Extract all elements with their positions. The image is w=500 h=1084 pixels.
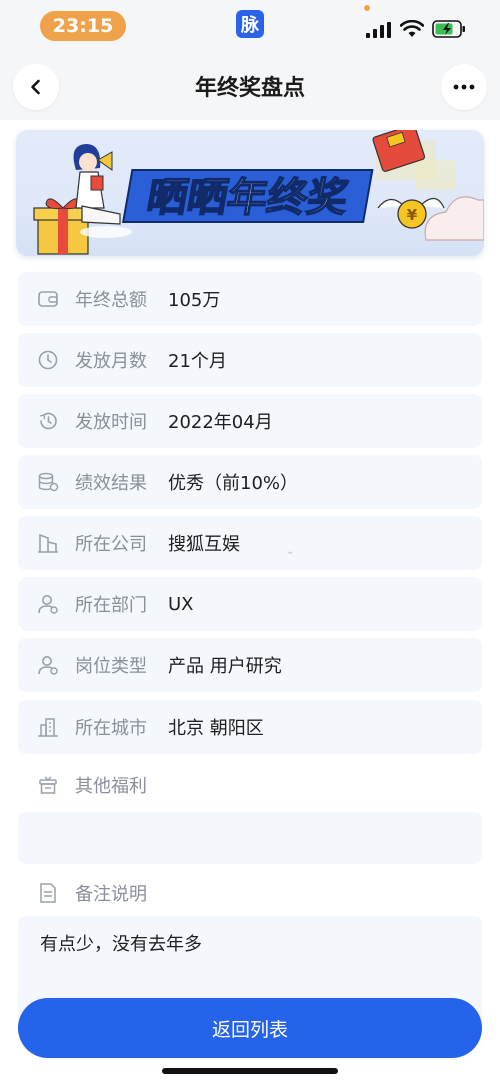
status-time: 23:15 <box>40 11 126 41</box>
wallet-icon <box>36 287 60 311</box>
battery-charging-icon <box>432 20 465 38</box>
field-label: 绩效结果 <box>75 473 147 494</box>
banner-title: 晒晒年终奖 <box>143 174 352 221</box>
document-icon <box>36 881 60 905</box>
notes-header: 备注说明 <box>18 873 482 913</box>
notes-text: 有点少，没有去年多 <box>40 934 202 955</box>
svg-text:¥: ¥ <box>407 206 418 224</box>
field-value: 搜狐互娱 <box>168 534 240 555</box>
field-row-total: 年终总额 105万 <box>18 272 482 326</box>
field-row-city: 所在城市 北京 朝阳区 <box>18 700 482 754</box>
field-label: 发放月数 <box>75 351 147 372</box>
banner-illustration: 晒晒年终奖 ¥ <box>33 130 484 255</box>
home-indicator[interactable] <box>162 1068 338 1074</box>
privacy-dot-icon <box>364 5 370 11</box>
field-value: 105万 <box>168 290 221 311</box>
chevron-down-icon: ⌄ <box>286 546 295 557</box>
field-value: 优秀（前10%） <box>168 473 299 494</box>
field-row-months: 发放月数 21个月 <box>18 333 482 387</box>
field-label: 所在公司 <box>75 534 147 555</box>
status-bar: 23:15 脉 <box>0 0 500 52</box>
history-icon <box>36 409 60 433</box>
wifi-icon <box>400 20 424 37</box>
field-value: 产品 用户研究 <box>168 656 282 677</box>
field-row-performance: 绩效结果 优秀（前10%） <box>18 455 482 509</box>
page-title: 年终奖盘点 <box>194 76 305 101</box>
field-label: 发放时间 <box>75 412 147 433</box>
notes-label: 备注说明 <box>75 884 147 905</box>
year-end-bonus-banner: 晒晒年终奖 ¥ <box>16 130 484 256</box>
benefits-label: 其他福利 <box>75 776 147 797</box>
user-icon <box>36 592 60 616</box>
user-icon <box>36 653 60 677</box>
more-button[interactable] <box>441 64 487 110</box>
field-value: 北京 朝阳区 <box>168 718 264 739</box>
field-value: UX <box>168 593 194 615</box>
field-value: 21个月 <box>168 351 227 372</box>
field-label: 所在部门 <box>75 595 147 616</box>
field-label: 年终总额 <box>75 290 147 311</box>
field-label: 岗位类型 <box>75 656 147 677</box>
field-row-position: 岗位类型 产品 用户研究 <box>18 638 482 692</box>
signal-icon <box>366 22 391 38</box>
city-icon <box>36 715 60 739</box>
field-row-company: 所在公司 搜狐互娱 <box>18 516 482 570</box>
clock-icon <box>36 348 60 372</box>
gift-box-icon <box>36 773 60 797</box>
app-badge-icon: 脉 <box>236 10 264 38</box>
field-row-date: 发放时间 2022年04月 <box>18 394 482 448</box>
field-row-department: 所在部门 UX <box>18 577 482 631</box>
benefits-header: 其他福利 <box>18 765 482 805</box>
more-horizontal-icon <box>453 84 475 90</box>
field-value: 2022年04月 <box>168 412 273 433</box>
nav-bar: 年终奖盘点 <box>0 52 500 120</box>
return-to-list-button[interactable]: 返回列表 <box>18 998 482 1058</box>
benefits-field <box>18 812 482 864</box>
building-icon <box>36 531 60 555</box>
field-label: 所在城市 <box>75 718 147 739</box>
database-icon <box>36 470 60 494</box>
